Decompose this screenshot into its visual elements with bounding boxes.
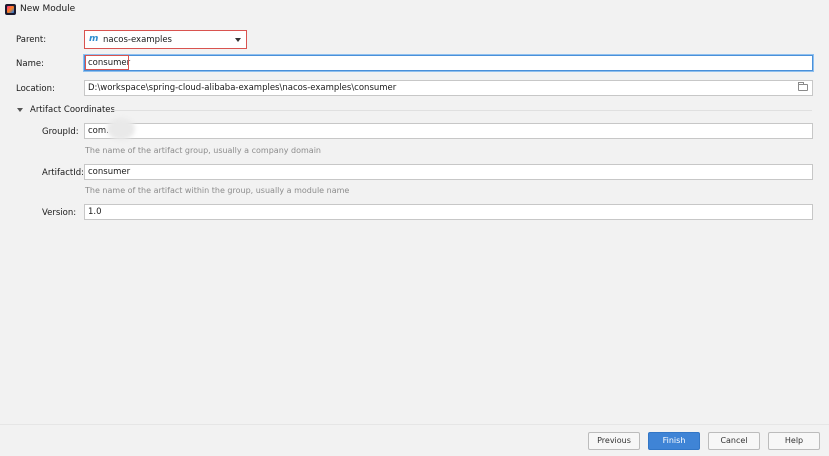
chevron-down-icon[interactable] bbox=[235, 38, 241, 42]
artifact-id-hint: The name of the artifact within the grou… bbox=[85, 186, 350, 195]
footer-divider bbox=[0, 424, 829, 425]
help-button[interactable]: Help bbox=[768, 432, 820, 450]
maven-m-icon: m bbox=[89, 34, 99, 44]
artifact-id-label: ArtifactId: bbox=[42, 168, 84, 178]
cancel-button[interactable]: Cancel bbox=[708, 432, 760, 450]
title-bar: New Module bbox=[0, 0, 829, 20]
intellij-app-icon bbox=[5, 4, 16, 15]
group-id-label: GroupId: bbox=[42, 127, 79, 137]
section-divider bbox=[112, 110, 812, 111]
name-field[interactable]: consumer bbox=[84, 55, 813, 71]
location-field[interactable]: D:\workspace\spring-cloud-alibaba-exampl… bbox=[84, 80, 813, 96]
version-field[interactable]: 1.0 bbox=[84, 204, 813, 220]
location-field-value: D:\workspace\spring-cloud-alibaba-exampl… bbox=[88, 83, 397, 93]
finish-button[interactable]: Finish bbox=[648, 432, 700, 450]
section-title: Artifact Coordinates bbox=[30, 105, 115, 115]
version-label: Version: bbox=[42, 208, 77, 218]
collapse-triangle-icon[interactable] bbox=[17, 108, 23, 112]
previous-button[interactable]: Previous bbox=[588, 432, 640, 450]
folder-browse-icon[interactable] bbox=[798, 82, 808, 91]
group-id-field[interactable]: com. bbox=[84, 123, 813, 139]
name-label: Name: bbox=[16, 59, 44, 69]
parent-select-value: nacos-examples bbox=[103, 35, 172, 45]
artifact-id-field[interactable]: consumer bbox=[84, 164, 813, 180]
parent-select[interactable]: m nacos-examples bbox=[84, 30, 247, 49]
location-label: Location: bbox=[16, 84, 55, 94]
window-title: New Module bbox=[20, 4, 76, 14]
parent-label: Parent: bbox=[16, 35, 47, 45]
cursor-blur-overlay bbox=[107, 118, 135, 140]
group-id-hint: The name of the artifact group, usually … bbox=[85, 146, 321, 155]
